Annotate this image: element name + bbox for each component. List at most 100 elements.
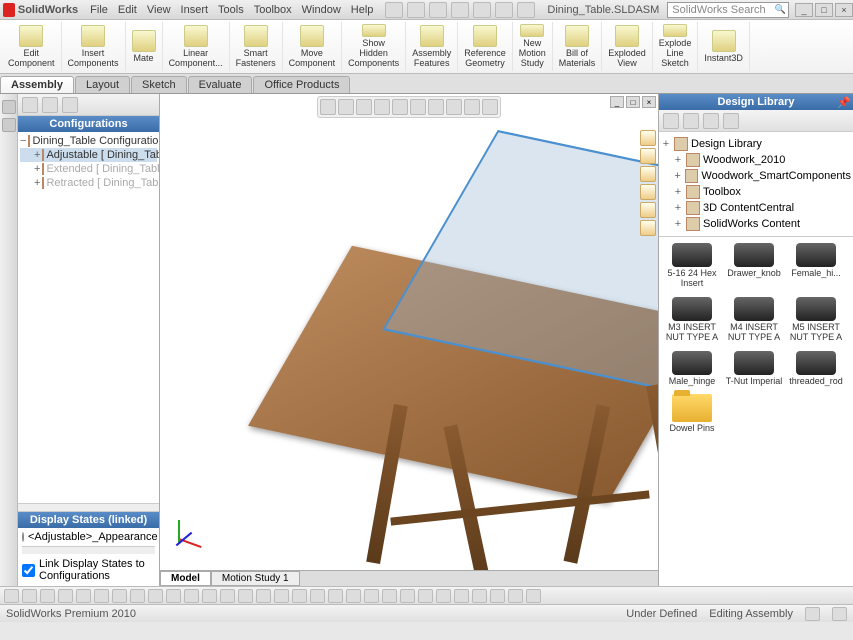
tab-sketch[interactable]: Sketch [131, 76, 187, 93]
sketch-tool-icon[interactable] [184, 589, 199, 603]
dl-item[interactable]: T-Nut Imperial [723, 351, 785, 387]
expand-icon[interactable]: + [673, 218, 683, 230]
tab-office-products[interactable]: Office Products [253, 76, 350, 93]
dl-item[interactable]: Dowel Pins [661, 394, 723, 434]
sketch-tool-icon[interactable] [328, 589, 343, 603]
sketch-tool-icon[interactable] [76, 589, 91, 603]
tab-layout[interactable]: Layout [75, 76, 130, 93]
ctx-icon[interactable] [640, 130, 656, 146]
ctx-icon[interactable] [640, 184, 656, 200]
dl-item[interactable]: M5 INSERT NUT TYPE A [785, 297, 847, 343]
sketch-tool-icon[interactable] [346, 589, 361, 603]
ribbon-cmd-instant3d[interactable]: Instant3D [698, 22, 750, 71]
save-icon[interactable] [429, 2, 447, 18]
dl-tree-item[interactable]: +Toolbox [661, 184, 851, 200]
ribbon-cmd-linear[interactable]: Linear Component... [163, 22, 230, 71]
ribbon-cmd-explode[interactable]: Explode Line Sketch [653, 22, 699, 71]
sketch-tool-icon[interactable] [238, 589, 253, 603]
dl-tree-item[interactable]: +Woodwork_SmartComponents [661, 168, 851, 184]
sketch-tool-icon[interactable] [130, 589, 145, 603]
sketch-tool-icon[interactable] [292, 589, 307, 603]
dl-add-icon[interactable] [703, 113, 719, 129]
ribbon-cmd-move[interactable]: Move Component [283, 22, 343, 71]
zoom-fit-icon[interactable] [320, 99, 336, 115]
status-help-icon[interactable] [805, 607, 820, 621]
sketch-tool-icon[interactable] [256, 589, 271, 603]
menu-file[interactable]: File [90, 4, 108, 16]
sketch-tool-icon[interactable] [436, 589, 451, 603]
ribbon-cmd-smart[interactable]: Smart Fasteners [230, 22, 283, 71]
viewport-tab-model[interactable]: Model [160, 571, 211, 586]
dl-back-icon[interactable] [683, 113, 699, 129]
expand-icon[interactable]: + [673, 202, 683, 214]
display-state-item[interactable]: <Adjustable>_Appearance Disp [22, 530, 155, 544]
maximize-button[interactable]: □ [815, 3, 833, 17]
ribbon-cmd-exploded[interactable]: Exploded View [602, 22, 653, 71]
sketch-tool-icon[interactable] [526, 589, 541, 603]
sketch-tool-icon[interactable] [112, 589, 127, 603]
options-icon[interactable] [517, 2, 535, 18]
menu-edit[interactable]: Edit [118, 4, 137, 16]
sketch-tool-icon[interactable] [220, 589, 235, 603]
prev-view-icon[interactable] [356, 99, 372, 115]
close-button[interactable]: × [835, 3, 853, 17]
ribbon-cmd-bill[interactable]: Bill of Materials [553, 22, 603, 71]
section-view-icon[interactable] [374, 99, 390, 115]
menu-insert[interactable]: Insert [181, 4, 209, 16]
menu-toolbox[interactable]: Toolbox [254, 4, 292, 16]
menu-help[interactable]: Help [351, 4, 374, 16]
expand-icon[interactable]: + [34, 177, 40, 189]
appearance-icon[interactable] [446, 99, 462, 115]
dl-tree-item[interactable]: +SolidWorks Content [661, 216, 851, 232]
menu-window[interactable]: Window [302, 4, 341, 16]
config-item[interactable]: +Extended [ Dining_Table ] [20, 162, 157, 176]
sketch-tool-icon[interactable] [364, 589, 379, 603]
dl-home-icon[interactable] [663, 113, 679, 129]
ribbon-cmd-new[interactable]: New Motion Study [513, 22, 553, 71]
expand-icon[interactable]: + [673, 154, 683, 166]
pin-icon[interactable]: 📌 [837, 96, 849, 108]
expand-icon[interactable]: + [34, 149, 40, 161]
sketch-tool-icon[interactable] [4, 589, 19, 603]
vp-close-icon[interactable]: × [642, 96, 656, 108]
link-states-checkbox-row[interactable]: Link Display States to Configurations [22, 556, 155, 584]
sketch-tool-icon[interactable] [400, 589, 415, 603]
new-doc-icon[interactable] [385, 2, 403, 18]
display-style-icon[interactable] [410, 99, 426, 115]
ctx-icon[interactable] [640, 166, 656, 182]
sketch-tool-icon[interactable] [40, 589, 55, 603]
dl-item[interactable]: 5-16 24 Hex Insert [661, 243, 723, 289]
sketch-tool-icon[interactable] [472, 589, 487, 603]
expand-icon[interactable]: + [673, 186, 683, 198]
sketch-tool-icon[interactable] [310, 589, 325, 603]
sketch-tool-icon[interactable] [202, 589, 217, 603]
vp-minimize-icon[interactable]: _ [610, 96, 624, 108]
dl-item[interactable]: M3 INSERT NUT TYPE A [661, 297, 723, 343]
dl-item[interactable]: Male_hinge [661, 351, 723, 387]
status-toggle-icon[interactable] [832, 607, 847, 621]
expand-icon[interactable]: + [34, 163, 40, 175]
menu-tools[interactable]: Tools [218, 4, 244, 16]
undo-icon[interactable] [473, 2, 491, 18]
view-settings-icon[interactable] [482, 99, 498, 115]
menu-view[interactable]: View [147, 4, 171, 16]
ribbon-cmd-show[interactable]: Show Hidden Components [342, 22, 406, 71]
viewport-tab-motion-study-1[interactable]: Motion Study 1 [211, 571, 300, 586]
expand-icon[interactable]: − [20, 135, 26, 147]
open-doc-icon[interactable] [407, 2, 425, 18]
fm-tab-icon[interactable] [62, 97, 78, 113]
config-item[interactable]: +Adjustable [ Dining_Table ] [20, 148, 157, 162]
dl-tree-item[interactable]: +Design Library [661, 136, 851, 152]
sketch-tool-icon[interactable] [166, 589, 181, 603]
config-item[interactable]: +Retracted [ Dining_Table ] [20, 176, 157, 190]
ribbon-cmd-assembly[interactable]: Assembly Features [406, 22, 458, 71]
vp-maximize-icon[interactable]: □ [626, 96, 640, 108]
print-icon[interactable] [451, 2, 469, 18]
dl-tree-item[interactable]: +Woodwork_2010 [661, 152, 851, 168]
ribbon-cmd-insert[interactable]: Insert Components [62, 22, 126, 71]
minimize-button[interactable]: _ [795, 3, 813, 17]
3d-viewport[interactable]: _ □ × ModelMotion Study 1 [160, 94, 658, 586]
expand-icon[interactable]: + [661, 138, 671, 150]
orientation-triad[interactable] [174, 520, 204, 550]
sketch-tool-icon[interactable] [22, 589, 37, 603]
